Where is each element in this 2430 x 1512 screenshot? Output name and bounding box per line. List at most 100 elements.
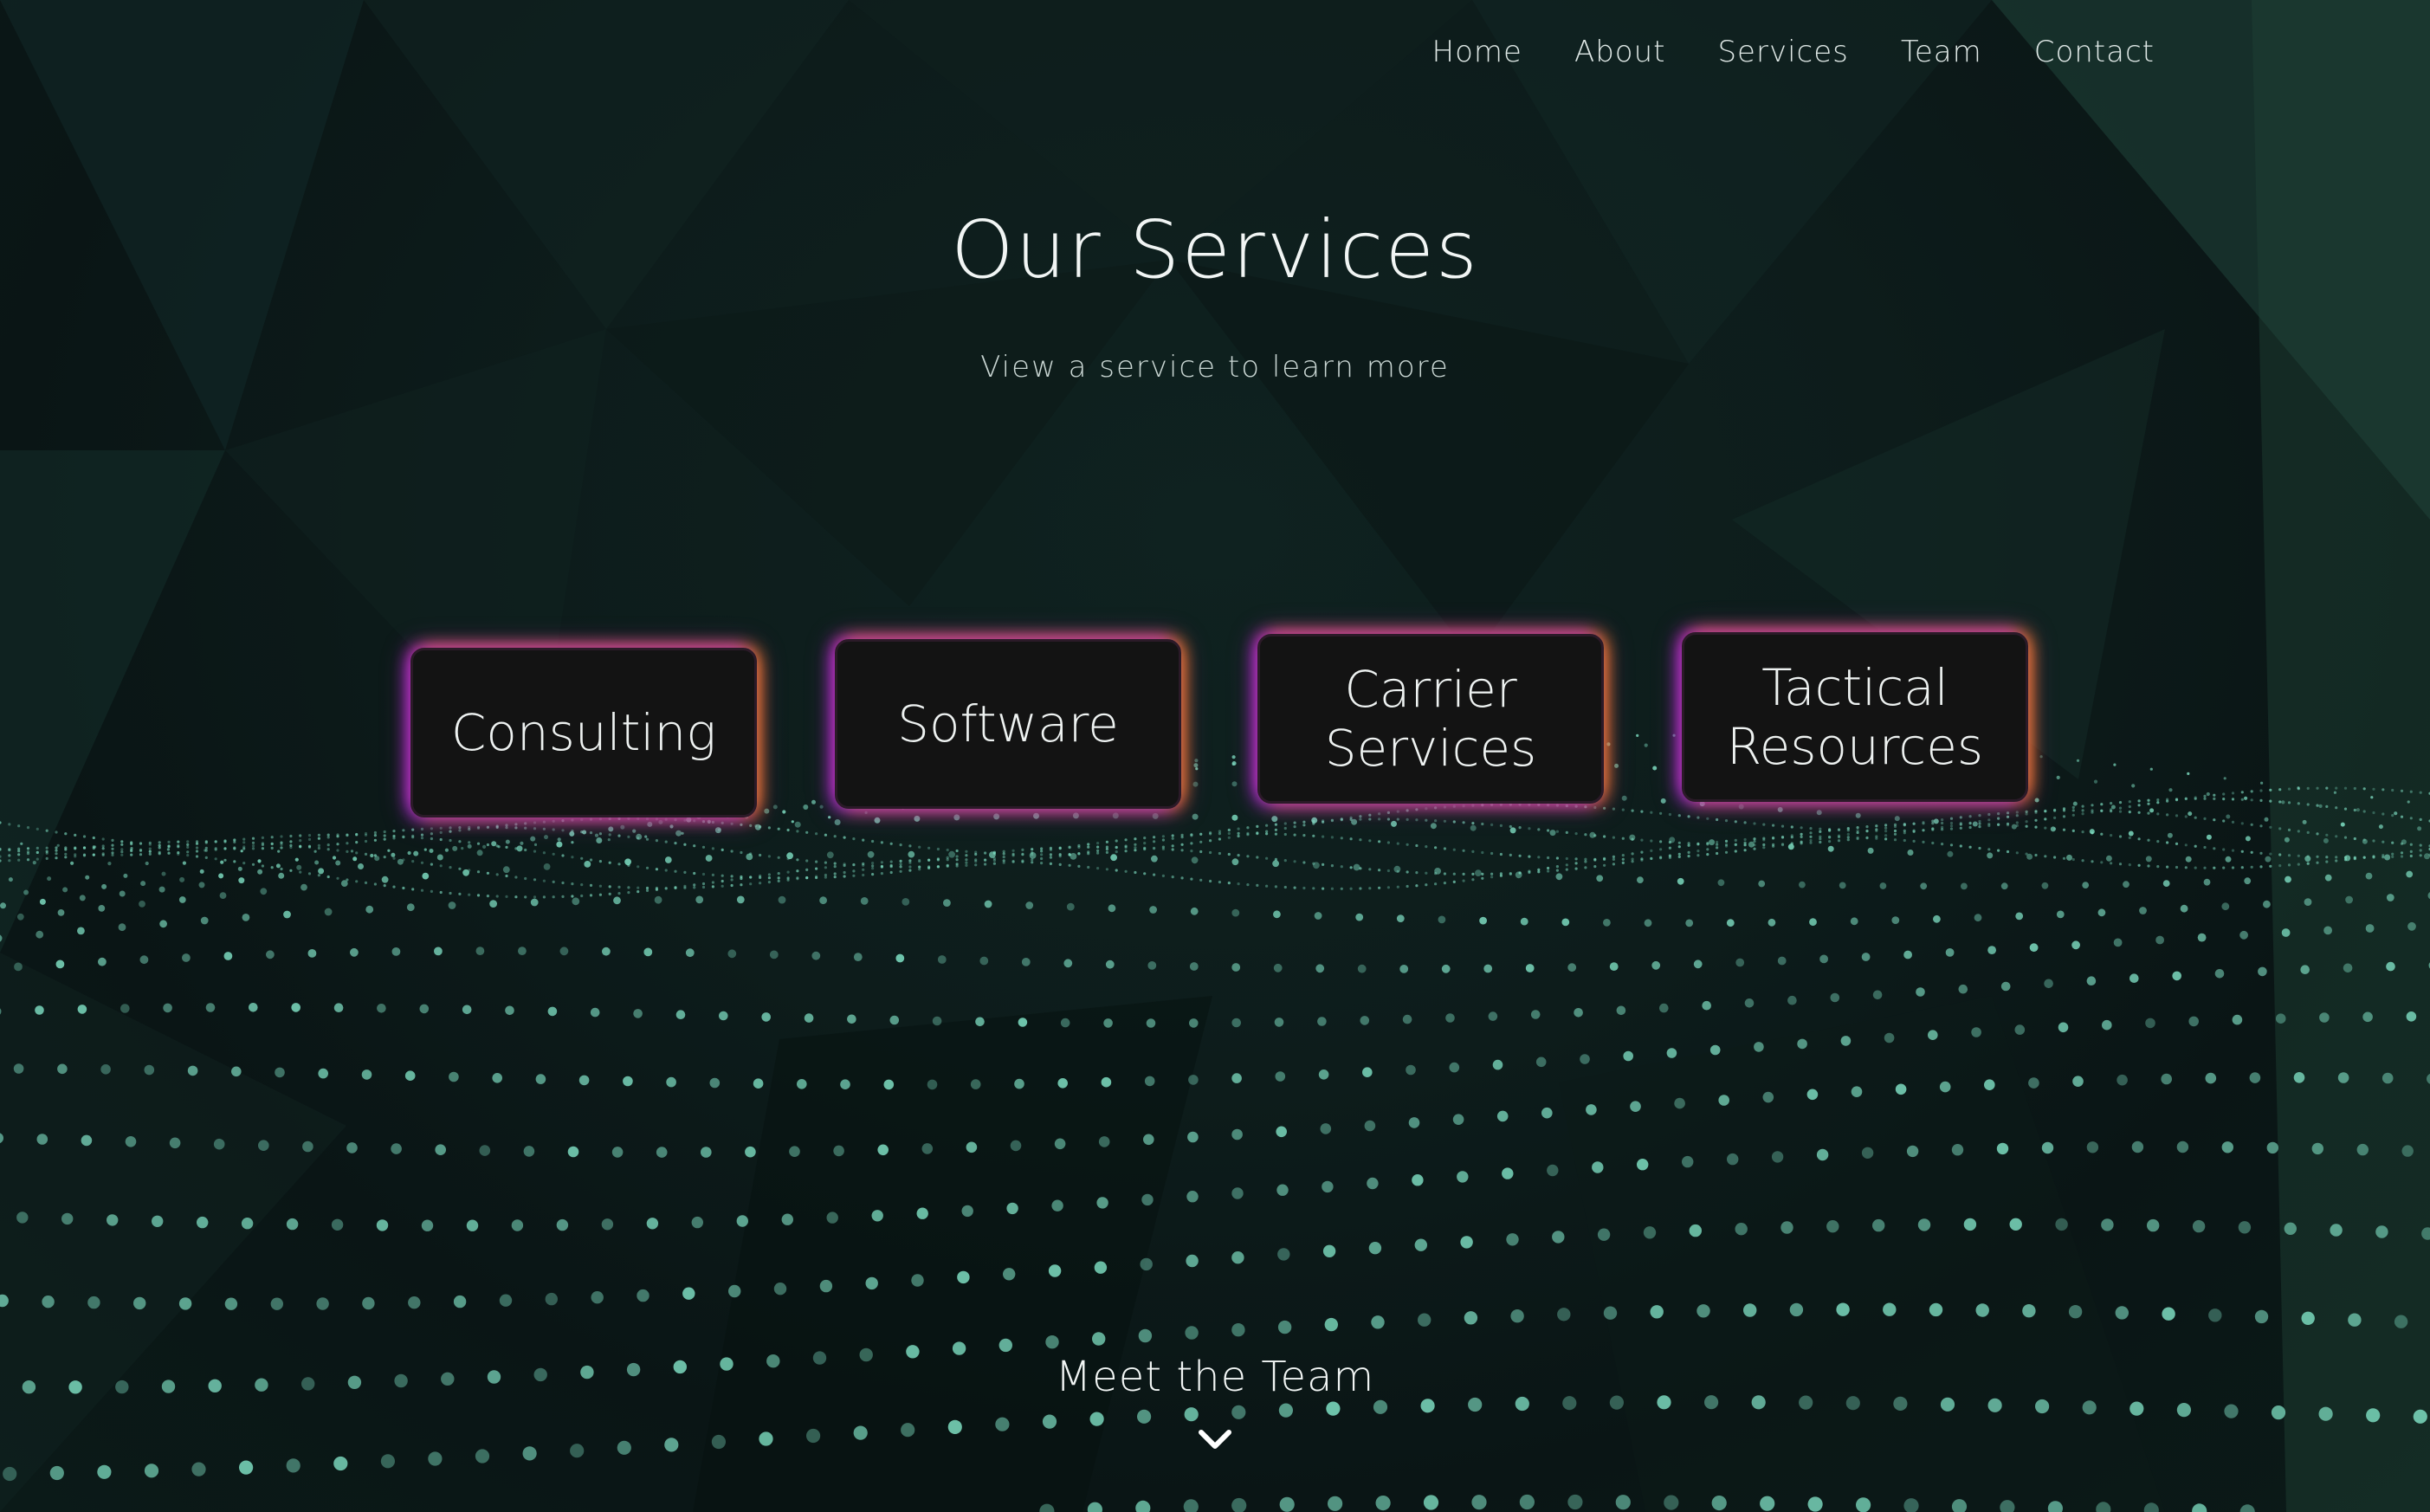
particle-dot <box>439 837 443 842</box>
particle-dot <box>1768 918 1776 927</box>
particle-dot <box>2297 830 2300 833</box>
particle-dot <box>833 835 837 838</box>
particle-dot <box>317 874 320 877</box>
particle-dot <box>133 1296 146 1310</box>
particle-dot <box>2168 788 2173 792</box>
particle-dot <box>778 895 786 904</box>
particle-dot <box>1353 863 1360 871</box>
particle-dot <box>1996 1142 2009 1155</box>
particle-dot <box>1777 956 1787 966</box>
particle-dot <box>834 819 841 825</box>
particle-dot <box>1087 865 1090 869</box>
particle-dot <box>1510 1309 1524 1323</box>
particle-dot <box>2041 882 2049 889</box>
particle-dot <box>1906 1145 1919 1158</box>
particle-dot <box>448 901 456 909</box>
particle-dot <box>2386 894 2394 901</box>
particle-dot <box>2110 802 2113 805</box>
particle-dot <box>1961 882 1968 890</box>
particle-dot <box>101 844 105 848</box>
particle-dot <box>2259 865 2263 869</box>
particle-dot <box>2362 838 2366 842</box>
nav-team-link[interactable]: Team <box>1901 35 1982 69</box>
particle-dot <box>1273 963 1283 972</box>
particle-dot <box>637 1289 650 1302</box>
particle-dot <box>2365 872 2373 880</box>
particle-dot <box>1644 919 1652 927</box>
particle-dot <box>242 841 246 844</box>
particle-dot <box>644 835 648 838</box>
particle-dot <box>1734 820 1737 824</box>
particle-dot <box>590 1007 600 1018</box>
particle-dot <box>1231 1128 1243 1140</box>
service-card-carrier-services[interactable]: Carrier Services <box>1257 634 1604 804</box>
nav-about-link[interactable]: About <box>1574 35 1666 69</box>
particle-dot <box>730 878 734 882</box>
nav-home-link[interactable]: Home <box>1432 35 1522 69</box>
particle-dot <box>552 819 555 823</box>
particle-dot <box>2222 866 2226 869</box>
particle-dot <box>2149 767 2153 771</box>
particle-dot <box>2325 856 2329 859</box>
particle-dot <box>1180 833 1184 837</box>
particle-dot <box>1537 803 1541 806</box>
particle-dot <box>1987 848 1991 851</box>
particle-dot <box>1603 806 1606 810</box>
particle-dot <box>81 1134 93 1147</box>
particle-dot <box>2091 804 2094 807</box>
particle-dot <box>1547 869 1550 873</box>
particle-dot <box>98 905 106 912</box>
particle-dot <box>556 1218 569 1231</box>
particle-dot <box>995 1417 1010 1431</box>
particle-dot <box>1555 830 1559 833</box>
service-card-tactical-resources[interactable]: Tactical Resources <box>1682 632 2028 802</box>
particle-dot <box>231 1066 242 1077</box>
particle-dot <box>2156 840 2160 843</box>
particle-dot <box>767 881 772 884</box>
particle-dot <box>782 810 786 814</box>
particle-dot <box>899 859 902 863</box>
particle-dot <box>2137 804 2141 807</box>
particle-dot <box>402 835 405 838</box>
particle-dot <box>223 847 227 850</box>
particle-dot <box>1828 835 1832 838</box>
particle-dot <box>1340 818 1343 822</box>
particle-dot <box>1058 855 1062 858</box>
particle-dot <box>1180 843 1184 846</box>
particle-dot <box>948 850 955 858</box>
particle-dot <box>561 829 565 832</box>
particle-dot <box>1809 835 1813 838</box>
particle-dot <box>1063 959 1073 968</box>
particle-dot <box>1846 836 1850 839</box>
meet-the-team-link[interactable]: Meet the Team <box>0 1353 2430 1401</box>
service-card-software[interactable]: Software <box>835 639 1181 809</box>
particle-dot <box>701 820 706 824</box>
particle-dot <box>1171 848 1174 851</box>
particle-dot <box>853 953 863 961</box>
particle-dot <box>1187 1131 1199 1143</box>
particle-dot <box>1830 992 1840 1003</box>
particle-dot <box>2062 856 2066 860</box>
particle-dot <box>645 817 650 821</box>
particle-dot <box>921 1143 934 1154</box>
nav-contact-link[interactable]: Contact <box>2034 35 2155 69</box>
particle-dot <box>1574 862 1578 865</box>
particle-dot <box>1593 858 1597 862</box>
particle-dot <box>1614 763 1619 768</box>
particle-dot <box>918 858 921 863</box>
particle-dot <box>1231 755 1236 759</box>
particle-dot <box>1471 850 1475 854</box>
particle-dot <box>178 1297 192 1310</box>
nav-services-link[interactable]: Services <box>1717 35 1848 69</box>
particle-dot <box>589 894 593 897</box>
particle-dot <box>233 840 236 844</box>
particle-dot <box>423 848 427 851</box>
particle-dot <box>1696 854 1700 857</box>
service-card-consulting[interactable]: Consulting <box>410 648 757 817</box>
particle-dot <box>1716 817 1719 822</box>
particle-dot <box>2006 824 2010 827</box>
particle-dot <box>1717 879 1725 887</box>
particle-dot <box>965 861 968 864</box>
particle-dot <box>237 866 242 871</box>
chevron-down-icon[interactable] <box>1198 1427 1232 1451</box>
